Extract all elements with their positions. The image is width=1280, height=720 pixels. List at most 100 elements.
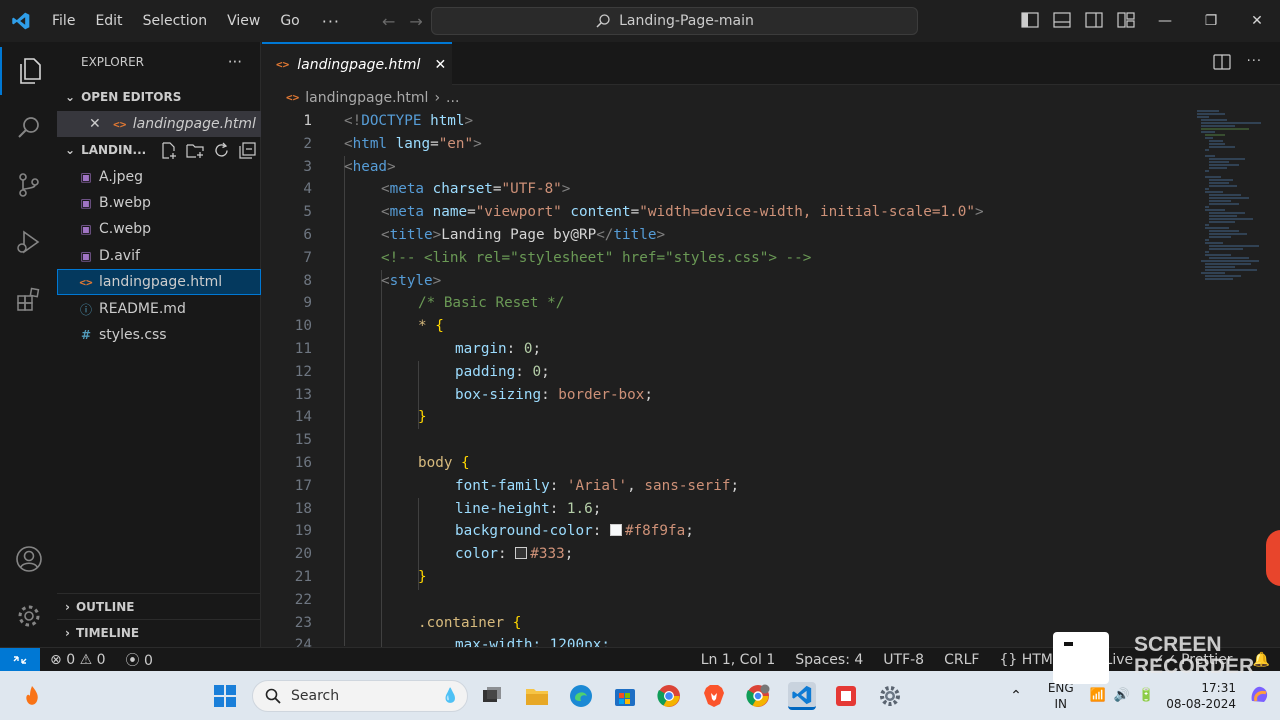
minimap[interactable] <box>1197 110 1267 430</box>
code-token: <! <box>344 113 362 129</box>
source-control-icon[interactable] <box>0 161 57 209</box>
code-token: line-height <box>455 500 550 517</box>
file-item[interactable]: # styles.css <box>57 322 261 348</box>
toggle-panel-icon[interactable] <box>1052 10 1072 30</box>
code-line: 9 /* Basic Reset */ <box>262 292 1192 315</box>
recorder-widget[interactable] <box>1053 632 1109 684</box>
forward-arrow-icon[interactable]: → <box>409 12 422 31</box>
close-tab-icon[interactable]: ✕ <box>434 57 446 73</box>
copilot-icon[interactable] <box>1242 683 1280 708</box>
folder-header[interactable]: ⌄ LANDIN... <box>57 137 261 163</box>
code-line: 23 .container { <box>262 612 1192 635</box>
tab-landingpage[interactable]: <> landingpage.html ✕ <box>262 42 452 85</box>
menu-go[interactable]: Go <box>270 0 309 42</box>
search-icon[interactable] <box>0 104 57 152</box>
breadcrumb-file[interactable]: landingpage.html <box>305 90 428 106</box>
microsoft-store-icon[interactable] <box>611 682 639 710</box>
split-editor-icon[interactable] <box>1212 54 1231 70</box>
cursor-position[interactable]: Ln 1, Col 1 <box>691 652 786 668</box>
customize-layout-icon[interactable] <box>1116 10 1136 30</box>
clock[interactable]: 17:31 08-08-2024 <box>1160 680 1242 712</box>
explorer-icon[interactable] <box>0 47 57 95</box>
command-center[interactable]: Landing-Page-main <box>431 7 918 35</box>
chrome-icon[interactable] <box>655 682 683 710</box>
color-swatch[interactable] <box>515 547 528 560</box>
ports-indicator[interactable]: ⦿ 0 <box>116 650 163 670</box>
menu-more-icon[interactable]: ··· <box>310 12 352 31</box>
close-window-icon[interactable]: ✕ <box>1234 0 1280 42</box>
warning-count: 0 <box>96 651 106 668</box>
volume-icon[interactable]: 🔊 <box>1110 688 1134 703</box>
language-indicator[interactable]: ENG IN <box>1036 680 1086 712</box>
file-item[interactable]: ▣ B.webp <box>57 190 261 216</box>
toggle-secondary-sidebar-icon[interactable] <box>1084 10 1104 30</box>
manage-gear-icon[interactable] <box>0 592 57 640</box>
editor-area: <> landingpage.html ✕ ··· <> landingpage… <box>262 42 1280 647</box>
taskbar-search[interactable]: Search 💧 <box>252 680 468 712</box>
explorer-sidebar: EXPLORER ··· ⌄ OPEN EDITORS ✕ <> landing… <box>57 42 261 647</box>
accounts-icon[interactable] <box>0 535 57 583</box>
explorer-more-icon[interactable]: ··· <box>228 53 242 71</box>
file-item-selected[interactable]: <> landingpage.html <box>57 269 261 295</box>
code-token: > <box>464 113 474 129</box>
widgets-icon[interactable] <box>18 682 46 710</box>
outline-header[interactable]: › OUTLINE <box>57 593 261 619</box>
file-item[interactable]: ▣ D.avif <box>57 243 261 269</box>
indentation[interactable]: Spaces: 4 <box>785 652 873 668</box>
code-token: style <box>389 272 433 289</box>
line-number: 16 <box>294 454 312 471</box>
line-number: 19 <box>294 523 312 540</box>
more-actions-icon[interactable]: ··· <box>1247 54 1262 70</box>
code-token: meta <box>389 181 425 198</box>
file-item[interactable]: ▣ C.webp <box>57 216 261 242</box>
vscode-taskbar-icon[interactable] <box>788 682 816 710</box>
close-icon[interactable]: ✕ <box>89 116 101 132</box>
open-editors-header[interactable]: ⌄ OPEN EDITORS <box>57 84 261 110</box>
run-debug-icon[interactable] <box>0 218 57 266</box>
extensions-icon[interactable] <box>0 275 57 323</box>
menu-file[interactable]: File <box>42 0 85 42</box>
problems-indicator[interactable]: ⊗ 0 ⚠ 0 <box>40 652 116 668</box>
code-token: padding <box>455 363 516 380</box>
toggle-primary-sidebar-icon[interactable] <box>1020 10 1040 30</box>
chrome-profile-icon[interactable] <box>744 682 772 710</box>
collapse-all-icon[interactable] <box>239 141 256 159</box>
edge-browser-icon[interactable] <box>567 682 595 710</box>
battery-icon[interactable]: 🔋 <box>1134 688 1160 703</box>
settings-gear-icon[interactable] <box>876 682 904 710</box>
chevron-up-icon[interactable]: ⌃ <box>996 688 1036 704</box>
wifi-icon[interactable]: 📶 <box>1086 688 1110 703</box>
breadcrumb-more[interactable]: ... <box>446 90 459 106</box>
brave-browser-icon[interactable] <box>700 682 728 710</box>
task-view-icon[interactable] <box>478 682 506 710</box>
timeline-header[interactable]: › TIMELINE <box>57 619 261 645</box>
html-file-icon: <> <box>79 275 93 289</box>
code-editor[interactable]: 1 <!DOCTYPE html> 2 <html lang="en"> 3 <hea… <box>262 110 1192 647</box>
file-name: D.avif <box>99 248 140 264</box>
menu-selection[interactable]: Selection <box>133 0 218 42</box>
line-number: 4 <box>303 181 312 198</box>
screen-recorder-icon[interactable] <box>832 682 860 710</box>
minimize-icon[interactable]: — <box>1142 0 1188 42</box>
encoding[interactable]: UTF-8 <box>873 652 934 668</box>
menu-edit[interactable]: Edit <box>85 0 132 42</box>
file-item[interactable]: ▣ A.jpeg <box>57 164 261 190</box>
start-menu-icon[interactable] <box>211 682 239 710</box>
maximize-icon[interactable]: ❐ <box>1188 0 1234 42</box>
line-ending[interactable]: CRLF <box>934 652 989 668</box>
line-number: 21 <box>294 568 312 585</box>
new-file-icon[interactable] <box>160 141 177 159</box>
remote-indicator-icon[interactable] <box>0 647 40 672</box>
file-item[interactable]: ⓘ README.md <box>57 296 261 322</box>
back-arrow-icon[interactable]: ← <box>382 12 395 31</box>
menu-view[interactable]: View <box>217 0 270 42</box>
color-swatch[interactable] <box>609 524 622 537</box>
layout-controls <box>1020 10 1136 30</box>
new-folder-icon[interactable] <box>186 142 204 159</box>
recording-indicator[interactable] <box>1266 530 1280 586</box>
open-editor-item[interactable]: ✕ <> landingpage.html <box>57 111 261 137</box>
code-token: 1.6 <box>566 500 593 517</box>
refresh-icon[interactable] <box>213 142 230 159</box>
file-explorer-icon[interactable] <box>523 682 551 710</box>
